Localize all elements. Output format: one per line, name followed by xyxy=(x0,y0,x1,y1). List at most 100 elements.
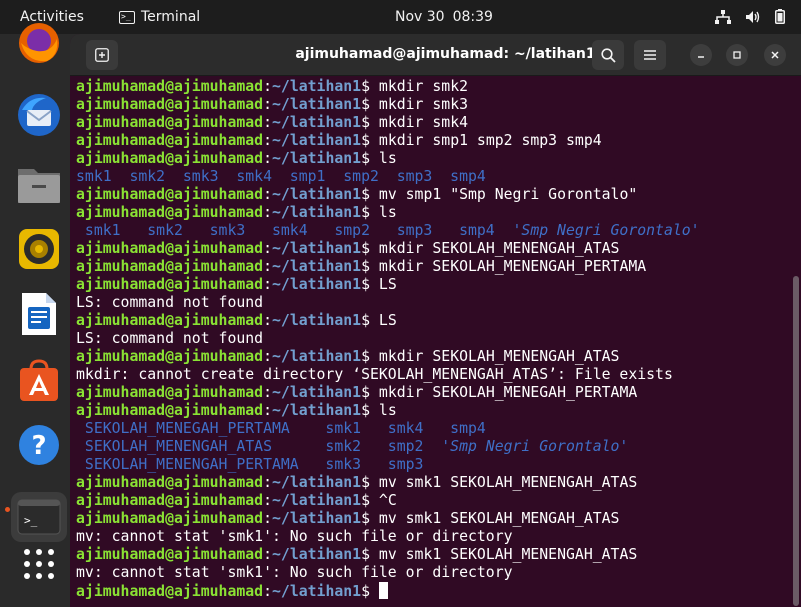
prompt-path: ~/latihan1 xyxy=(272,474,362,491)
prompt-path: ~/latihan1 xyxy=(272,276,362,293)
prompt-symbol: $ xyxy=(361,510,379,527)
prompt-symbol: $ xyxy=(361,186,379,203)
running-indicator xyxy=(5,507,10,512)
terminal-output[interactable]: ajimuhamad@ajimuhamad:~/latihan1$ mkdir … xyxy=(76,78,791,607)
maximize-icon xyxy=(733,51,741,59)
command-text: mkdir smk4 xyxy=(378,114,469,131)
writer-icon xyxy=(22,293,56,335)
terminal-line: ajimuhamad@ajimuhamad:~/latihan1$ LS xyxy=(76,312,791,330)
terminal-app-icon: >_ xyxy=(17,499,61,535)
terminal-line: ajimuhamad@ajimuhamad:~/latihan1$ mv smk… xyxy=(76,510,791,528)
dock-terminal[interactable]: >_ xyxy=(11,492,67,542)
directory-listing: SEKOLAH_MENENGAH_PERTAMA smk3 smp3 xyxy=(76,456,424,473)
prompt-path: ~/latihan1 xyxy=(272,384,362,401)
prompt-path: ~/latihan1 xyxy=(272,546,362,563)
prompt-separator: : xyxy=(263,546,272,563)
dock-help[interactable]: ? xyxy=(14,420,64,470)
minimize-icon xyxy=(698,56,704,58)
prompt-symbol: $ xyxy=(361,132,379,149)
maximize-button[interactable] xyxy=(726,44,748,66)
prompt-symbol: $ xyxy=(361,240,379,257)
prompt-user-host: ajimuhamad@ajimuhamad xyxy=(76,132,264,149)
terminal-line: ajimuhamad@ajimuhamad:~/latihan1$ mkdir … xyxy=(76,114,791,132)
close-button[interactable] xyxy=(764,44,786,66)
dock-thunderbird[interactable] xyxy=(14,90,64,140)
prompt-separator: : xyxy=(263,240,272,257)
prompt-separator: : xyxy=(263,96,272,113)
network-icon xyxy=(715,9,731,24)
firefox-icon xyxy=(19,23,59,63)
prompt-path: ~/latihan1 xyxy=(272,132,362,149)
prompt-symbol: $ xyxy=(361,276,379,293)
prompt-separator: : xyxy=(263,583,272,600)
terminal-line: mv: cannot stat 'smk1': No such file or … xyxy=(76,564,791,582)
prompt-user-host: ajimuhamad@ajimuhamad xyxy=(76,384,264,401)
terminal-line: ajimuhamad@ajimuhamad:~/latihan1$ ls xyxy=(76,150,791,168)
show-applications-button[interactable] xyxy=(14,539,64,589)
clock-time: 08:39 xyxy=(452,9,493,25)
command-text: mv smp1 "Smp Negri Gorontalo" xyxy=(378,186,638,203)
menu-button[interactable] xyxy=(634,40,666,70)
prompt-symbol: $ xyxy=(361,492,379,509)
prompt-symbol: $ xyxy=(361,474,379,491)
directory-listing: SEKOLAH_MENEGAH_PERTAMA smk1 smk4 smp4 xyxy=(76,420,486,437)
close-icon xyxy=(771,51,779,59)
prompt-path: ~/latihan1 xyxy=(272,186,362,203)
prompt-path: ~/latihan1 xyxy=(272,240,362,257)
terminal-line: mkdir: cannot create directory ‘SEKOLAH_… xyxy=(76,366,791,384)
prompt-separator: : xyxy=(263,276,272,293)
search-button[interactable] xyxy=(592,40,624,70)
app-grid-icon xyxy=(24,549,54,579)
prompt-symbol: $ xyxy=(361,204,379,221)
prompt-user-host: ajimuhamad@ajimuhamad xyxy=(76,258,264,275)
command-text: ^C xyxy=(378,492,397,509)
command-text: mkdir smp1 smp2 smp3 smp4 xyxy=(378,132,602,149)
scrollbar[interactable] xyxy=(793,276,799,606)
prompt-separator: : xyxy=(263,492,272,509)
command-text: mv smk1 SEKOLAH_MENENGAH_ATAS xyxy=(378,474,638,491)
prompt-separator: : xyxy=(263,384,272,401)
prompt-separator: : xyxy=(263,348,272,365)
prompt-separator: : xyxy=(263,258,272,275)
quoted-directory: 'Smp Negri Gorontalo' xyxy=(441,438,629,455)
prompt-path: ~/latihan1 xyxy=(272,150,362,167)
prompt-symbol: $ xyxy=(361,114,379,131)
prompt-user-host: ajimuhamad@ajimuhamad xyxy=(76,114,264,131)
prompt-path: ~/latihan1 xyxy=(272,402,362,419)
prompt-user-host: ajimuhamad@ajimuhamad xyxy=(76,276,264,293)
terminal-line: SEKOLAH_MENENGAH_PERTAMA smk3 smp3 xyxy=(76,456,791,474)
quoted-directory: 'Smp Negri Gorontalo' xyxy=(512,222,700,239)
system-tray[interactable] xyxy=(715,9,785,24)
terminal-line: ajimuhamad@ajimuhamad:~/latihan1$ mv smp… xyxy=(76,186,791,204)
prompt-user-host: ajimuhamad@ajimuhamad xyxy=(76,546,264,563)
dock-libreoffice-writer[interactable] xyxy=(14,289,64,339)
command-text: mkdir smk3 xyxy=(378,96,469,113)
prompt-separator: : xyxy=(263,474,272,491)
terminal-line: ajimuhamad@ajimuhamad:~/latihan1$ mv smk… xyxy=(76,474,791,492)
prompt-user-host: ajimuhamad@ajimuhamad xyxy=(76,96,264,113)
terminal-window: ajimuhamad@ajimuhamad: ~/latihan1 ajimuh… xyxy=(70,34,801,607)
header-bar[interactable]: ajimuhamad@ajimuhamad: ~/latihan1 xyxy=(70,34,801,76)
terminal-line: ajimuhamad@ajimuhamad:~/latihan1$ ^C xyxy=(76,492,791,510)
command-output: mv: cannot stat 'smk1': No such file or … xyxy=(76,564,513,581)
prompt-path: ~/latihan1 xyxy=(272,492,362,509)
prompt-user-host: ajimuhamad@ajimuhamad xyxy=(76,186,264,203)
dock-firefox[interactable] xyxy=(14,18,64,68)
dock-files[interactable] xyxy=(14,159,64,209)
clock[interactable]: Nov 30 08:39 xyxy=(395,9,493,25)
terminal-line: ajimuhamad@ajimuhamad:~/latihan1$ mkdir … xyxy=(76,258,791,276)
dock-rhythmbox[interactable] xyxy=(14,224,64,274)
prompt-path: ~/latihan1 xyxy=(272,204,362,221)
dock-ubuntu-software[interactable] xyxy=(14,356,64,406)
files-icon xyxy=(18,169,60,203)
hamburger-icon xyxy=(644,50,656,60)
minimize-button[interactable] xyxy=(690,44,712,66)
prompt-user-host: ajimuhamad@ajimuhamad xyxy=(76,150,264,167)
terminal-line: ajimuhamad@ajimuhamad:~/latihan1$ ls xyxy=(76,204,791,222)
command-text: mv smk1 SEKOLAH_MENGAH_ATAS xyxy=(378,510,620,527)
top-bar: Activities >_ Terminal Nov 30 08:39 xyxy=(0,0,801,34)
clock-date: Nov 30 xyxy=(395,9,445,25)
svg-text:?: ? xyxy=(31,431,46,461)
app-menu[interactable]: >_ Terminal xyxy=(119,9,200,25)
prompt-separator: : xyxy=(263,402,272,419)
